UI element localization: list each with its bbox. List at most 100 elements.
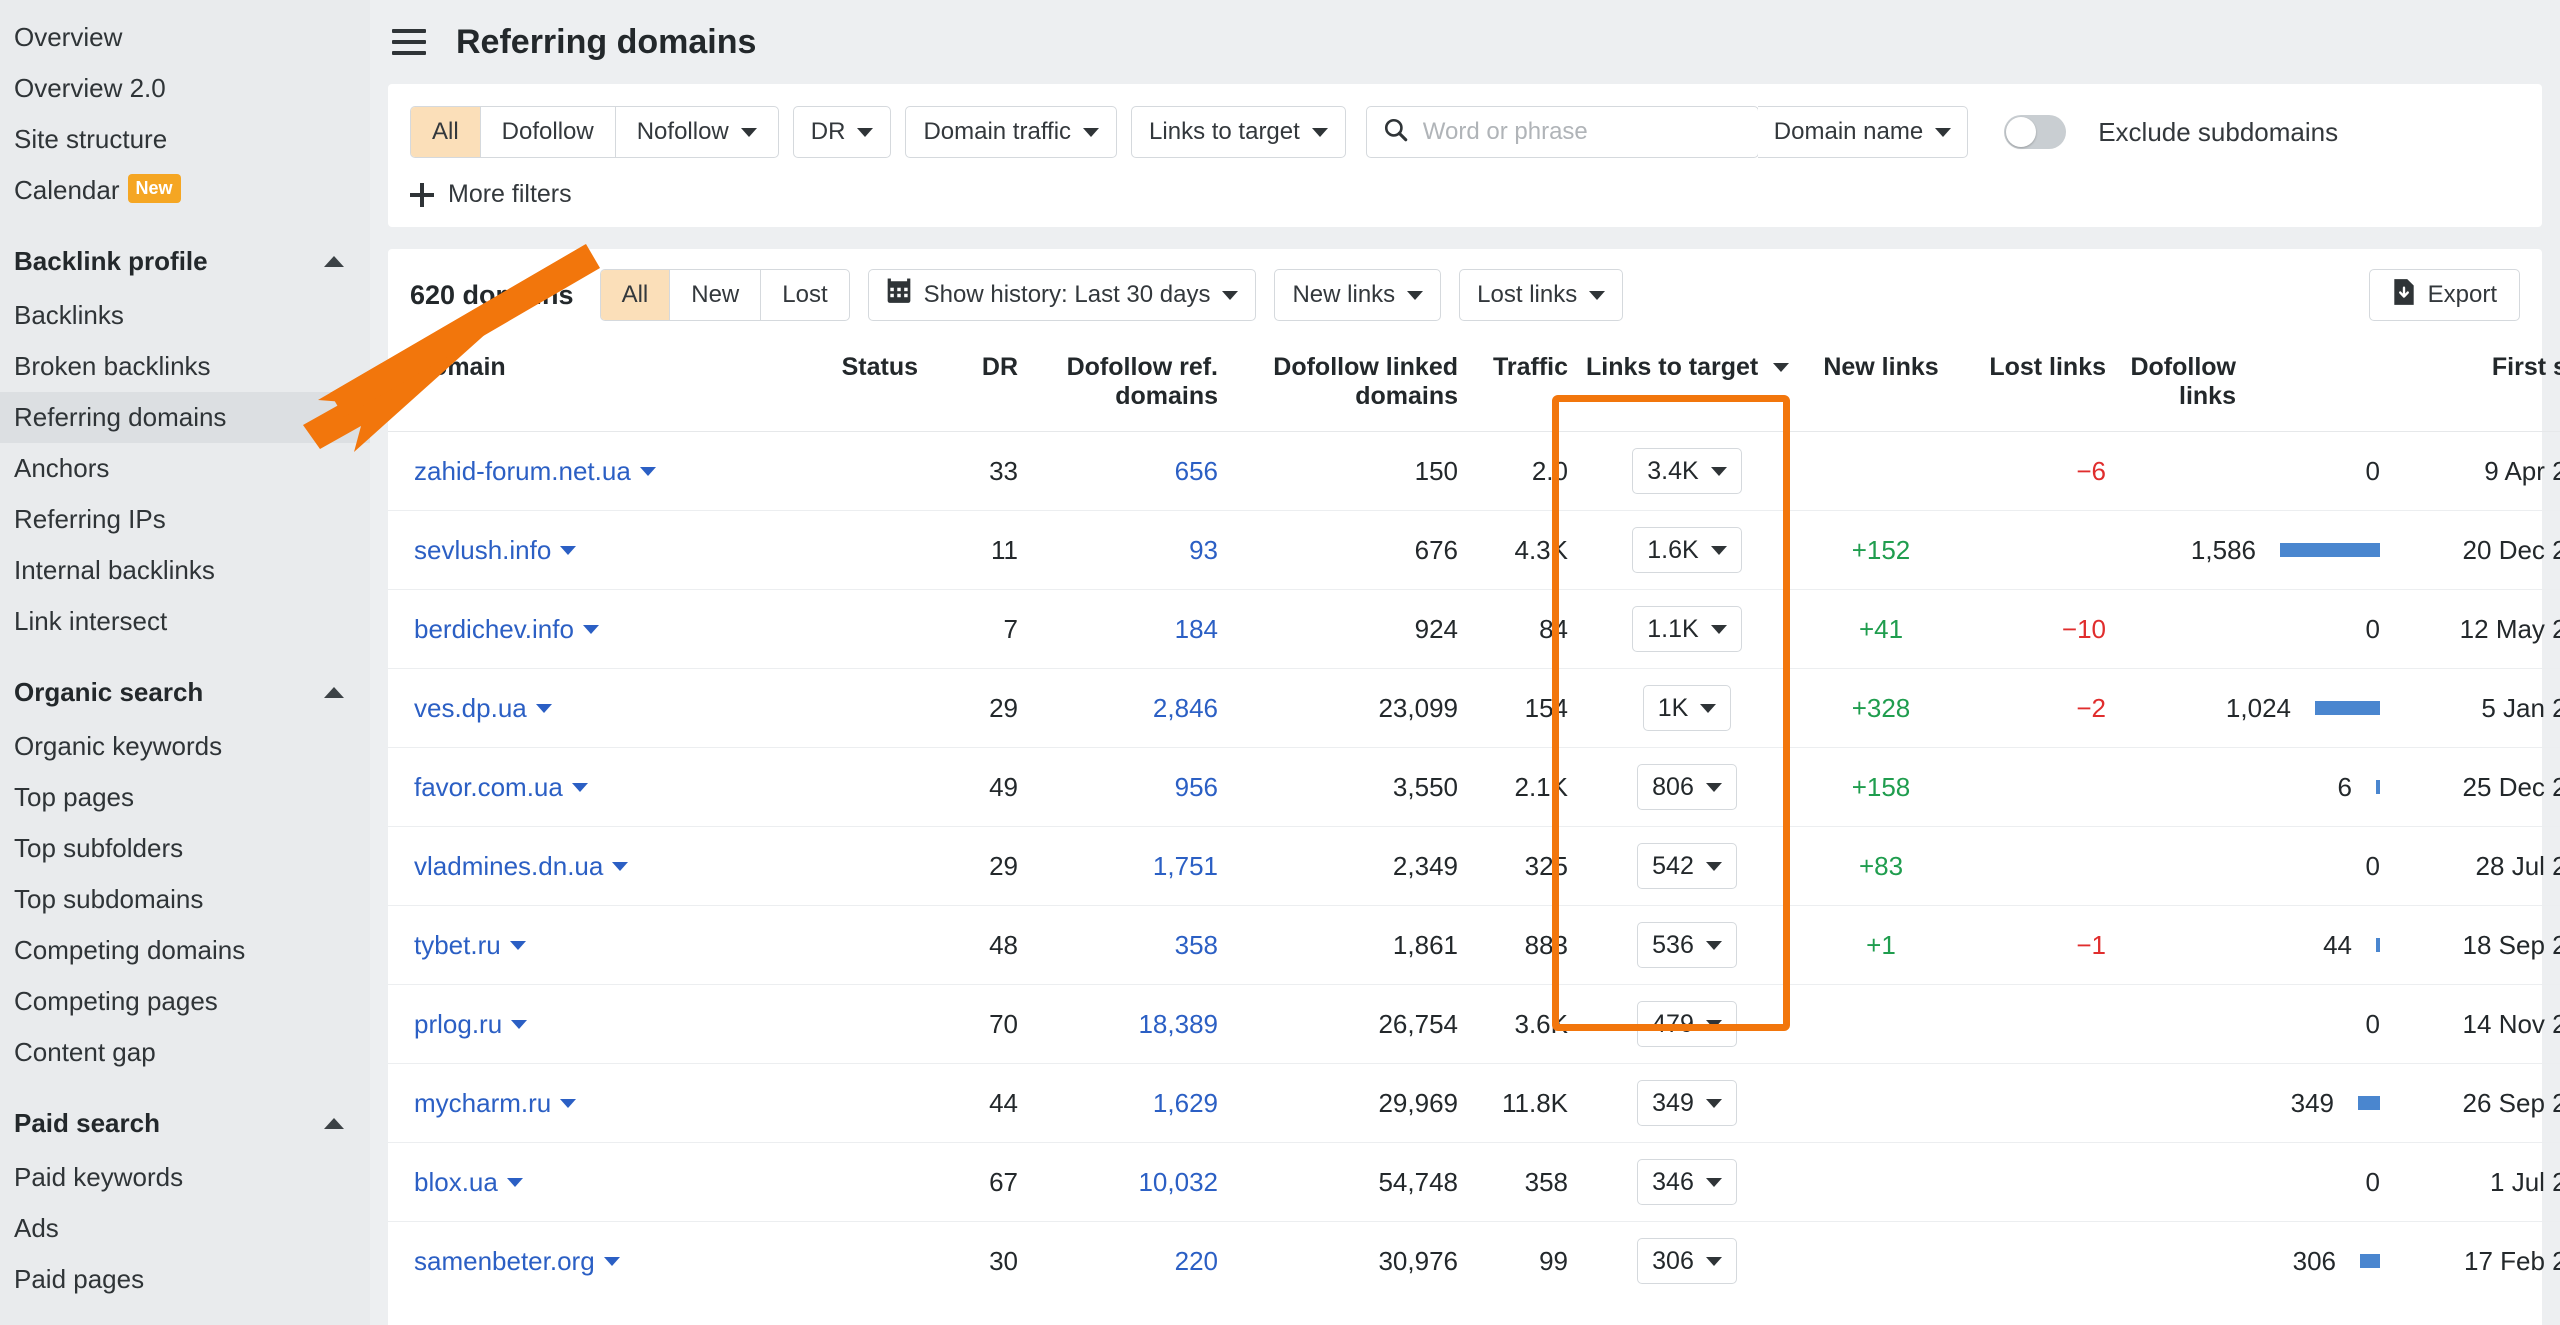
domain-link[interactable]: berdichev.info — [414, 614, 574, 644]
show-history-button[interactable]: Show history: Last 30 days — [868, 269, 1257, 321]
domain-menu-caret-icon[interactable] — [560, 1099, 576, 1108]
col-dr[interactable]: DR — [918, 339, 1018, 432]
cell-dofollow-ref-domains[interactable]: 358 — [1018, 906, 1218, 985]
domain-link[interactable]: mycharm.ru — [414, 1088, 551, 1118]
status-new-option[interactable]: New — [670, 270, 761, 320]
sidebar-item-top-pages[interactable]: Top pages — [0, 772, 370, 823]
domain-link[interactable]: favor.com.ua — [414, 772, 563, 802]
table-row[interactable]: berdichev.info7184924841.1K+41−10012 May… — [388, 590, 2560, 669]
cell-dofollow-ref-domains[interactable]: 2,846 — [1018, 669, 1218, 748]
domain-menu-caret-icon[interactable] — [640, 467, 656, 476]
links-to-target-pill[interactable]: 306 — [1637, 1238, 1737, 1284]
cell-dofollow-ref-domains[interactable]: 656 — [1018, 432, 1218, 511]
sidebar-item-ads[interactable]: Ads — [0, 1203, 370, 1254]
links-to-target-pill[interactable]: 349 — [1637, 1080, 1737, 1126]
domain-menu-caret-icon[interactable] — [604, 1257, 620, 1266]
table-row[interactable]: ves.dp.ua292,84623,0991541K+328−21,0245 … — [388, 669, 2560, 748]
col-dofollow-ref-domains[interactable]: Dofollow ref. domains — [1018, 339, 1218, 432]
domain-link[interactable]: prlog.ru — [414, 1009, 502, 1039]
domain-menu-caret-icon[interactable] — [583, 625, 599, 634]
links-to-target-filter-button[interactable]: Links to target — [1131, 106, 1346, 158]
domain-traffic-filter-button[interactable]: Domain traffic — [905, 106, 1117, 158]
table-row[interactable]: tybet.ru483581,861883536+1−14418 Sep 201… — [388, 906, 2560, 985]
links-to-target-pill[interactable]: 3.4K — [1632, 448, 1741, 494]
col-traffic[interactable]: Traffic — [1458, 339, 1568, 432]
sidebar-group-organic-search[interactable]: Organic search — [0, 663, 370, 721]
status-all-option[interactable]: All — [601, 270, 671, 320]
links-to-target-pill[interactable]: 479 — [1637, 1001, 1737, 1047]
sidebar-item-anchors[interactable]: Anchors — [0, 443, 370, 494]
sidebar-item-competing-domains[interactable]: Competing domains — [0, 925, 370, 976]
domain-link[interactable]: zahid-forum.net.ua — [414, 456, 631, 486]
cell-dofollow-ref-domains[interactable]: 10,032 — [1018, 1143, 1218, 1222]
sidebar-item-overview-2-0[interactable]: Overview 2.0 — [0, 63, 370, 114]
links-to-target-pill[interactable]: 1.1K — [1632, 606, 1741, 652]
col-first-seen[interactable]: First seen — [2406, 339, 2560, 432]
domain-menu-caret-icon[interactable] — [511, 1020, 527, 1029]
domain-link[interactable]: tybet.ru — [414, 930, 501, 960]
sidebar-item-site-structure[interactable]: Site structure — [0, 114, 370, 165]
hamburger-menu-icon[interactable] — [392, 29, 426, 55]
cell-dofollow-ref-domains[interactable]: 184 — [1018, 590, 1218, 669]
table-row[interactable]: zahid-forum.net.ua336561502.03.4K−609 Ap… — [388, 432, 2560, 511]
cell-dofollow-ref-domains[interactable]: 18,389 — [1018, 985, 1218, 1064]
sidebar-group-backlink-profile[interactable]: Backlink profile — [0, 232, 370, 290]
sidebar-item-paid-pages[interactable]: Paid pages — [0, 1254, 370, 1305]
filter-dofollow-option[interactable]: Dofollow — [481, 107, 616, 157]
sidebar-item-referring-domains[interactable]: Referring domains — [0, 392, 370, 443]
domain-name-dropdown[interactable]: Domain name — [1758, 106, 1968, 158]
domain-menu-caret-icon[interactable] — [507, 1178, 523, 1187]
lost-links-dropdown[interactable]: Lost links — [1459, 269, 1623, 321]
cell-dofollow-ref-domains[interactable]: 1,629 — [1018, 1064, 1218, 1143]
table-row[interactable]: vladmines.dn.ua291,7512,349325542+83028 … — [388, 827, 2560, 906]
sidebar-item-paid-keywords[interactable]: Paid keywords — [0, 1152, 370, 1203]
table-row[interactable]: mycharm.ru441,62929,96911.8K34934926 Sep… — [388, 1064, 2560, 1143]
domain-menu-caret-icon[interactable] — [560, 546, 576, 555]
search-input[interactable] — [1421, 117, 1758, 147]
cell-dofollow-ref-domains[interactable]: 93 — [1018, 511, 1218, 590]
sidebar-item-competing-pages[interactable]: Competing pages — [0, 976, 370, 1027]
cell-dofollow-ref-domains[interactable]: 1,751 — [1018, 827, 1218, 906]
domain-link[interactable]: vladmines.dn.ua — [414, 851, 603, 881]
domain-menu-caret-icon[interactable] — [572, 783, 588, 792]
domain-link[interactable]: samenbeter.org — [414, 1246, 595, 1276]
domain-link[interactable]: blox.ua — [414, 1167, 498, 1197]
sidebar-item-top-subfolders[interactable]: Top subfolders — [0, 823, 370, 874]
cell-dofollow-ref-domains[interactable]: 220 — [1018, 1222, 1218, 1301]
sidebar-item-link-intersect[interactable]: Link intersect — [0, 596, 370, 647]
status-lost-option[interactable]: Lost — [761, 270, 848, 320]
col-domain[interactable]: Domain — [388, 339, 778, 432]
cell-dofollow-ref-domains[interactable]: 956 — [1018, 748, 1218, 827]
filter-all-option[interactable]: All — [411, 107, 481, 157]
table-row[interactable]: samenbeter.org3022030,9769930630617 Feb … — [388, 1222, 2560, 1301]
domain-menu-caret-icon[interactable] — [510, 941, 526, 950]
links-to-target-pill[interactable]: 1.6K — [1632, 527, 1741, 573]
table-row[interactable]: prlog.ru7018,38926,7543.6K479014 Nov 201… — [388, 985, 2560, 1064]
links-to-target-pill[interactable]: 542 — [1637, 843, 1737, 889]
col-status[interactable]: Status — [778, 339, 918, 432]
col-dofollow-links[interactable]: Dofollow links — [2106, 339, 2406, 432]
table-row[interactable]: sevlush.info11936764.3K1.6K+1521,58620 D… — [388, 511, 2560, 590]
sidebar-item-backlinks[interactable]: Backlinks — [0, 290, 370, 341]
links-to-target-pill[interactable]: 1K — [1643, 685, 1732, 731]
table-row[interactable]: favor.com.ua499563,5502.1K806+158625 Dec… — [388, 748, 2560, 827]
links-to-target-pill[interactable]: 806 — [1637, 764, 1737, 810]
links-to-target-pill[interactable]: 536 — [1637, 922, 1737, 968]
export-button[interactable]: Export — [2369, 269, 2520, 321]
sidebar-item-calendar[interactable]: CalendarNew — [0, 165, 370, 216]
domain-link[interactable]: ves.dp.ua — [414, 693, 527, 723]
links-to-target-pill[interactable]: 346 — [1637, 1159, 1737, 1205]
sidebar-group-paid-search[interactable]: Paid search — [0, 1094, 370, 1152]
sidebar-item-organic-keywords[interactable]: Organic keywords — [0, 721, 370, 772]
col-links-to-target[interactable]: Links to target — [1568, 339, 1806, 432]
col-new-links[interactable]: New links — [1806, 339, 1956, 432]
domain-link[interactable]: sevlush.info — [414, 535, 551, 565]
more-filters-button[interactable]: More filters — [410, 180, 572, 209]
domain-menu-caret-icon[interactable] — [612, 862, 628, 871]
sidebar-item-broken-backlinks[interactable]: Broken backlinks — [0, 341, 370, 392]
sidebar-item-referring-ips[interactable]: Referring IPs — [0, 494, 370, 545]
col-lost-links[interactable]: Lost links — [1956, 339, 2106, 432]
domain-menu-caret-icon[interactable] — [536, 704, 552, 713]
sidebar-item-content-gap[interactable]: Content gap — [0, 1027, 370, 1078]
sidebar-item-overview[interactable]: Overview — [0, 12, 370, 63]
